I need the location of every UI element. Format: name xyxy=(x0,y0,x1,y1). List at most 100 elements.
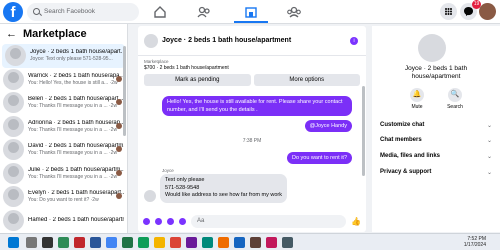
conversation-details-panel: Joyce · 2 beds 1 bath house/apartment 🔔 … xyxy=(372,26,500,232)
marketplace-title: Marketplace xyxy=(23,28,87,40)
info-icon[interactable]: i xyxy=(350,36,358,45)
groups-icon[interactable] xyxy=(286,4,302,20)
conversation-preview: You: Hello! Yes, the house is still a...… xyxy=(28,79,118,86)
mark-as-pending-button[interactable]: Mark as pending xyxy=(144,74,251,86)
sidebar-scrollbar[interactable] xyxy=(123,46,126,136)
chat-title[interactable]: Joyce · 2 beds 1 bath house/apartment xyxy=(162,37,350,44)
conversation-preview: Joyce: Text only please 571-528-95... xyxy=(30,56,113,63)
message-text: Text only please xyxy=(165,177,205,183)
conversation-name: Belen · 2 beds 1 bath house/apart... xyxy=(28,96,124,103)
app-icon[interactable] xyxy=(74,237,85,248)
app-icon[interactable] xyxy=(186,237,197,248)
outgoing-message[interactable]: Do you want to rent it? xyxy=(286,152,352,164)
app-icon[interactable] xyxy=(122,237,133,248)
listing-label: Marketplace xyxy=(144,59,169,64)
outgoing-message[interactable]: Hello! Yes, the house is still available… xyxy=(162,96,352,116)
customize-chat-item[interactable]: Customize chat ⌄ xyxy=(380,122,492,129)
app-icon[interactable] xyxy=(250,237,261,248)
app-icon[interactable] xyxy=(170,237,181,248)
chevron-down-icon: ⌄ xyxy=(486,123,492,129)
seen-avatar-icon xyxy=(116,146,122,152)
avatar xyxy=(3,162,24,184)
conversation-preview: You: Thanks I'll message you in a ... ·2… xyxy=(28,103,118,110)
app-icon[interactable] xyxy=(282,237,293,248)
back-arrow-icon[interactable]: ← xyxy=(6,28,17,40)
search-icon xyxy=(33,8,40,15)
task-view-icon[interactable] xyxy=(42,237,53,248)
incoming-message[interactable]: Text only please 571-528-9548 Would like… xyxy=(160,174,287,203)
avatar[interactable] xyxy=(418,34,446,62)
message-input[interactable]: Aa xyxy=(191,214,347,228)
more-options-button[interactable]: More options xyxy=(253,74,360,86)
app-icon[interactable] xyxy=(138,237,149,248)
chrome-icon[interactable] xyxy=(106,237,117,248)
conversation-item[interactable]: Evelyn · 2 beds 1 bath house/apart... You… xyxy=(0,185,127,209)
active-tab-indicator xyxy=(234,21,268,23)
messenger-icon[interactable]: 19 xyxy=(460,0,481,20)
name-line: house/apartment xyxy=(411,73,461,80)
mention-tag[interactable]: @Joyce Handy xyxy=(304,120,352,132)
conversation-item[interactable]: Julie · 2 beds 1 bath house/apartm... You… xyxy=(0,162,127,186)
conversation-item[interactable]: Joyce · 2 beds 1 bath house/apart... Joyc… xyxy=(2,44,125,68)
gif-icon[interactable] xyxy=(179,217,186,225)
app-icon[interactable] xyxy=(58,237,69,248)
seen-avatar-icon xyxy=(116,122,122,129)
app-icon[interactable] xyxy=(154,237,165,248)
avatar xyxy=(5,45,26,67)
app-icon[interactable] xyxy=(218,237,229,248)
marketplace-icon[interactable] xyxy=(243,4,259,20)
conversation-name: Joyce · 2 beds 1 bath house/apart... xyxy=(30,49,122,56)
conversation-item[interactable]: Adrionna · 2 beds 1 bath house/ap... You:… xyxy=(0,115,127,139)
avatar xyxy=(3,115,24,137)
windows-taskbar: 7:52 PM 1/17/2024 xyxy=(0,233,500,250)
windows-start-icon[interactable] xyxy=(8,237,19,248)
conversation-name: Julie · 2 beds 1 bath house/apartm... xyxy=(28,166,124,173)
privacy-support-item[interactable]: Privacy & support ⌄ xyxy=(380,169,492,176)
item-label: Privacy & support xyxy=(380,169,432,175)
facebook-logo[interactable]: f xyxy=(3,2,23,22)
system-clock[interactable]: 7:52 PM 1/17/2024 xyxy=(464,236,486,248)
app-icon[interactable] xyxy=(202,237,213,248)
home-icon[interactable] xyxy=(152,4,168,20)
conversation-item[interactable]: Belen · 2 beds 1 bath house/apart... You:… xyxy=(0,91,127,115)
chevron-down-icon: ⌄ xyxy=(486,138,492,144)
seen-avatar-icon xyxy=(116,75,122,82)
search-button[interactable]: 🔍 Search xyxy=(440,88,470,110)
item-label: Media, files and links xyxy=(380,153,441,159)
marketplace-inbox: ← Marketplace Joyce · 2 beds 1 bath hous… xyxy=(0,24,128,233)
media-files-links-item[interactable]: Media, files and links ⌄ xyxy=(380,153,492,160)
seen-avatar-icon xyxy=(116,99,122,105)
chat-members-item[interactable]: Chat members ⌄ xyxy=(380,137,492,144)
sender-name: Joyce xyxy=(162,168,174,173)
menu-grid-icon[interactable] xyxy=(440,3,457,20)
chevron-down-icon: ⌄ xyxy=(486,170,492,176)
item-label: Customize chat xyxy=(380,122,425,128)
avatar[interactable] xyxy=(144,33,158,48)
app-icon[interactable] xyxy=(90,237,101,248)
profile-avatar[interactable] xyxy=(479,3,496,20)
chat-scrollbar[interactable] xyxy=(362,86,365,176)
seen-avatar-icon xyxy=(116,169,122,176)
time-separator: 7:38 PM xyxy=(242,138,262,144)
mute-button[interactable]: 🔔 Mute xyxy=(402,88,432,110)
friends-icon[interactable] xyxy=(196,4,212,20)
message-text: Would like address to see how far from m… xyxy=(165,192,282,198)
chevron-down-icon: ⌄ xyxy=(486,154,492,160)
conversation-name: Adrionna · 2 beds 1 bath house/ap... xyxy=(28,119,124,126)
app-icon[interactable] xyxy=(266,237,277,248)
like-icon[interactable]: 👍 xyxy=(351,217,361,226)
conversation-item[interactable]: Warrick · 2 beds 1 bath house/apa... You:… xyxy=(0,68,127,92)
bell-icon: 🔔 xyxy=(410,88,424,102)
conversation-name: Hamed · 2 beds 1 bath house/apartm... xyxy=(28,216,124,223)
message-text: Hello! Yes, the house is still available… xyxy=(167,99,343,105)
conversation-item[interactable]: Hamed · 2 beds 1 bath house/apartm... xyxy=(0,209,127,233)
conversation-item[interactable]: David · 2 beds 1 bath house/apartm... You… xyxy=(0,138,127,162)
conversation-preview: You: Thanks I'll message you in a ... ·2… xyxy=(28,126,118,133)
sticker-icon[interactable] xyxy=(167,217,174,225)
app-icon[interactable] xyxy=(234,237,245,248)
search-input[interactable]: Search Facebook xyxy=(27,3,139,21)
image-icon[interactable] xyxy=(155,217,162,225)
microphone-icon[interactable] xyxy=(143,217,150,225)
listing-summary[interactable]: Marketplace $700 · 2 beds 1 bath house/a… xyxy=(138,56,366,71)
search-icon[interactable] xyxy=(26,237,37,248)
